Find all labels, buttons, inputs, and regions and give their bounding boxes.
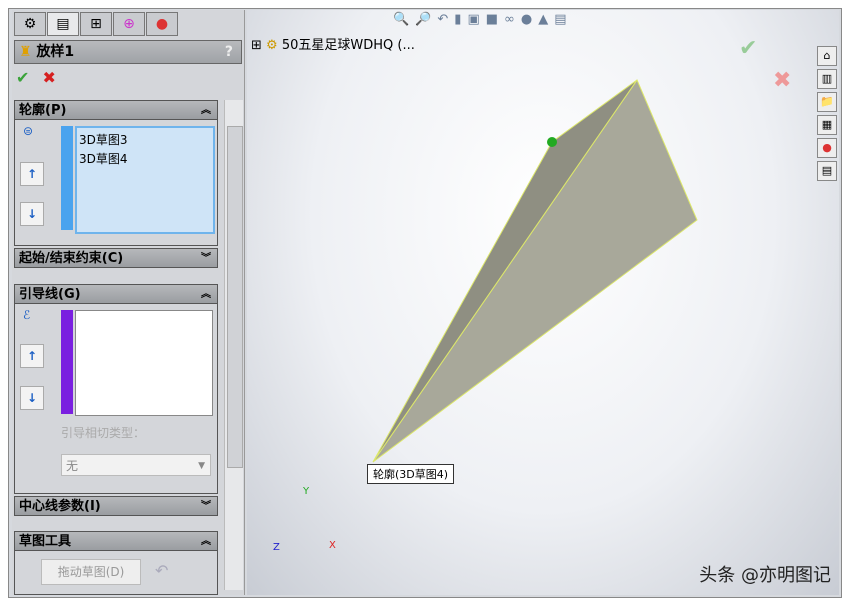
help-button[interactable]: ? (225, 41, 233, 63)
collapse-icon: ︽ (201, 532, 211, 552)
drag-sketch-button[interactable]: 拖动草图(D) (41, 559, 141, 585)
tangency-type-label: 引导相切类型： (61, 424, 145, 441)
list-item[interactable]: 3D草图4 (77, 148, 213, 169)
move-down-button[interactable]: ↓ (20, 386, 44, 410)
move-up-button[interactable]: ↑ (20, 344, 44, 368)
profile-section-header[interactable]: 轮廓(P) ︽ (14, 100, 218, 120)
guide-curve-icon: ℰ (23, 308, 30, 322)
expand-icon: ︾ (201, 497, 211, 517)
feature-title-bar: ♜ 放样1 ? (14, 40, 242, 64)
custom-properties-icon[interactable]: ▤ (817, 161, 837, 181)
y-axis-label: Y (303, 486, 309, 497)
guide-curves-list[interactable] (75, 310, 213, 416)
feature-manager-tab[interactable]: ⚙ (14, 12, 46, 36)
guide-color-bar (61, 310, 73, 414)
view-palette-icon[interactable]: ▦ (817, 115, 837, 135)
section-title: 轮廓(P) (19, 103, 66, 118)
task-pane-tabs: ⌂ ▥ 📁 ▦ ● ▤ (817, 46, 837, 184)
guide-curves-header[interactable]: 引导线(G) ︽ (14, 284, 218, 304)
sketch-tools-header[interactable]: 草图工具 ︽ (14, 531, 218, 551)
property-manager-panel: ⚙ ▤ ⊞ ⊕ ● ♜ 放样1 ? ✔ ✖ 轮廓(P) ︽ ⊜ ↑ ↓ 3D草图3… (12, 10, 245, 595)
section-title: 引导线(G) (19, 287, 81, 302)
z-axis-label: Z (273, 542, 280, 553)
scrollbar-thumb[interactable] (227, 126, 243, 468)
section-title: 草图工具 (19, 534, 71, 549)
feature-title: 放样1 (36, 44, 74, 60)
triad: Y X Z (271, 486, 341, 556)
dimxpert-tab[interactable]: ⊕ (113, 12, 145, 36)
centerline-parameters-header[interactable]: 中心线参数(I) ︾ (14, 496, 218, 516)
collapse-icon: ︽ (201, 285, 211, 305)
loft-icon: ♜ (19, 44, 32, 60)
dropdown-arrow-icon: ▼ (198, 455, 205, 477)
tangency-type-select[interactable]: 无 ▼ (61, 454, 211, 476)
select-value: 无 (66, 459, 78, 473)
graphics-viewport[interactable]: 🔍🔎↶▮▣■∞●▲▤ ⊞ ⚙ 50五星足球WDHQ (... ✔ ✖ 轮廓(3D… (247, 10, 839, 595)
profile-list[interactable]: 3D草图3 3D草图4 (75, 126, 215, 234)
panel-scrollbar[interactable] (224, 100, 243, 590)
file-explorer-icon[interactable]: 📁 (817, 92, 837, 112)
configuration-manager-tab[interactable]: ⊞ (80, 12, 112, 36)
section-title: 起始/结束约束(C) (19, 251, 123, 266)
profile-icon: ⊜ (23, 124, 33, 138)
start-end-constraints-header[interactable]: 起始/结束约束(C) ︾ (14, 248, 218, 268)
home-icon[interactable]: ⌂ (817, 46, 837, 66)
property-manager-tab[interactable]: ▤ (47, 12, 79, 36)
collapse-icon: ︽ (201, 101, 211, 121)
list-item[interactable]: 3D草图3 (77, 128, 213, 148)
move-up-button[interactable]: ↑ (20, 162, 44, 186)
ok-button[interactable]: ✔ (16, 68, 29, 87)
profile-callout: 轮廓(3D草图4) (367, 464, 454, 484)
profile-color-bar (61, 126, 73, 230)
appearances-icon[interactable]: ● (817, 138, 837, 158)
handle-point[interactable] (547, 137, 557, 147)
watermark: 头条 @亦明图记 (699, 561, 831, 587)
cancel-button[interactable]: ✖ (43, 68, 56, 87)
section-title: 中心线参数(I) (19, 499, 101, 514)
x-axis-label: X (329, 540, 336, 551)
undo-icon[interactable]: ↶ (155, 561, 168, 580)
expand-icon: ︾ (201, 249, 211, 269)
design-library-icon[interactable]: ▥ (817, 69, 837, 89)
display-manager-tab[interactable]: ● (146, 12, 178, 36)
loft-face-front (373, 80, 697, 462)
move-down-button[interactable]: ↓ (20, 202, 44, 226)
